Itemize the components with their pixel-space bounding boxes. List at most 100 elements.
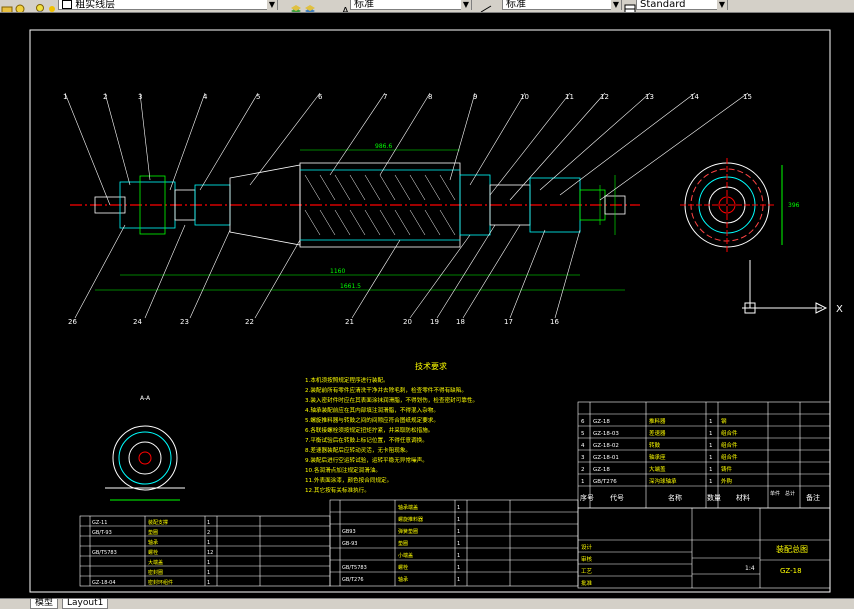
section-label: A-A: [140, 395, 151, 402]
bom-cell: GZ-18: [593, 467, 610, 473]
dim-style-select[interactable]: 标准 ▼: [502, 0, 622, 10]
bom-cell: 密封圈: [148, 569, 163, 576]
callout-label: 3: [138, 93, 142, 101]
sun-icon[interactable]: [46, 0, 58, 12]
callout-label: 15: [743, 93, 752, 101]
layer-name: 粗实线层: [75, 0, 116, 11]
text-style-select[interactable]: 标准 ▼: [350, 0, 472, 10]
callout-label: 17: [504, 318, 513, 326]
callout-label: 22: [245, 318, 254, 326]
bom-cell: 1: [457, 517, 460, 523]
chevron-down-icon[interactable]: ▼: [611, 0, 621, 10]
tech-title: 技术要求: [415, 361, 447, 371]
layer-select[interactable]: 粗实线层 ▼: [58, 0, 278, 10]
chevron-down-icon[interactable]: ▼: [267, 0, 277, 10]
bom-cell: 垫圈: [398, 540, 408, 547]
bom-cell: 1: [207, 540, 210, 546]
bom-cell: GZ-18-01: [593, 455, 619, 461]
bom-cell: 轴承端盖: [398, 504, 418, 511]
bom-cell: 12: [207, 550, 213, 556]
bom-cell: 装配支撑: [148, 519, 168, 526]
bom-header: 总计: [785, 490, 795, 497]
layer-previous-icon[interactable]: [304, 0, 316, 12]
chevron-down-icon[interactable]: ▼: [461, 0, 471, 10]
callout-label: 19: [430, 318, 439, 326]
bom-cell: 钢: [721, 417, 727, 425]
drawing-number: GZ-18: [780, 567, 802, 575]
bom-cell: 1: [709, 419, 713, 425]
callout-label: 6: [318, 93, 323, 101]
bom-cell: 外购: [721, 477, 733, 485]
sign-label: 批准: [581, 579, 593, 587]
layer-color-swatch: [62, 0, 72, 9]
callout-label: 26: [68, 318, 77, 326]
bom-header: 数量: [707, 493, 721, 502]
tech-line: 5.螺旋推料器与转鼓之间的间隙应符合图纸规定要求。: [305, 416, 439, 424]
callout-label: 12: [600, 93, 609, 101]
toolbar: 粗实线层 ▼ A 标准 ▼ 标准 ▼ Standard ▼: [0, 0, 854, 13]
bom-mid-rows: 轴承端盖 1 螺旋推料器 1 GB93 弹簧垫圈 1 GB-93 垫圈 1 小端…: [342, 504, 460, 583]
tech-line: 10.各润滑点加注规定润滑油。: [305, 466, 381, 474]
dim-bowl-length: 986.6: [375, 143, 392, 150]
bom-cell: 推料器: [649, 417, 666, 425]
bom-cell: GZ-18: [593, 419, 610, 425]
callouts-bottom: 26 24 23 22 21 20 19 18 17 16: [68, 318, 559, 326]
callout-label: 20: [403, 318, 412, 326]
dim-style-icon[interactable]: [480, 0, 492, 12]
callout-label: 23: [180, 318, 189, 326]
table-style-icon[interactable]: [624, 0, 636, 12]
callout-label: 10: [520, 93, 529, 101]
layer-stack-icon[interactable]: [290, 0, 302, 12]
sign-label: 工艺: [581, 568, 593, 575]
bom-cell: 大端盖: [148, 559, 163, 566]
bom-headers: 序号 代号 名称 数量 材料 单件 总计 备注: [580, 490, 820, 502]
bom-header: 备注: [806, 493, 820, 502]
bom-header: 名称: [668, 493, 682, 502]
bom-cell: GB93: [342, 529, 356, 535]
bom-table-left: [79, 515, 331, 587]
callout-label: 4: [203, 93, 208, 101]
bom-cell: 大端盖: [649, 465, 666, 473]
bom-cell: 2: [581, 467, 585, 473]
table-style-select[interactable]: Standard ▼: [636, 0, 728, 10]
lightbulb-icon[interactable]: [34, 0, 46, 12]
chevron-down-icon[interactable]: ▼: [717, 0, 727, 10]
callout-label: 7: [383, 93, 387, 101]
bom-cell: GB/T5783: [92, 550, 117, 556]
svg-text:X: X: [836, 304, 843, 315]
bom-cell: 轴承: [398, 576, 408, 583]
dim-overall-inner: 1160: [330, 268, 345, 275]
callout-label: 21: [345, 318, 354, 326]
bom-cell: 螺栓: [398, 564, 408, 571]
bom-cell: 6: [581, 419, 585, 425]
bom-cell: 1: [457, 565, 460, 571]
bom-cell: 1: [457, 505, 460, 511]
bom-cell: 4: [581, 443, 585, 449]
layout-tabs: 模型 Layout1: [0, 598, 854, 609]
bom-cell: GZ-18-03: [593, 431, 619, 437]
bom-header: 材料: [736, 493, 750, 502]
drawing-canvas[interactable]: 986.6 1160 1661.5 1 2 3 4 5 6 7 8 9 10 1…: [0, 13, 854, 600]
table-style-value: Standard: [640, 0, 686, 10]
callout-label: 13: [645, 93, 654, 101]
callout-label: 2: [103, 93, 107, 101]
svg-text:A: A: [342, 6, 349, 13]
text-style-value: 标准: [354, 0, 374, 10]
callout-label: 8: [428, 93, 432, 101]
lock-icon[interactable]: [14, 0, 26, 12]
bom-cell: GB-93: [342, 541, 357, 547]
bom-cell: 1: [581, 479, 585, 485]
folder-icon[interactable]: [1, 0, 13, 12]
bom-cell: 组合件: [721, 441, 738, 449]
tech-line: 7.平衡试验后在转鼓上标记位置，不得任意调换。: [305, 436, 428, 444]
scale-value: 1:4: [745, 565, 755, 572]
bom-cell: GB/T5783: [342, 565, 367, 571]
callout-leaders-top: [64, 92, 749, 206]
bom-cell: 密封环组件: [148, 579, 173, 586]
callout-label: 16: [550, 318, 559, 326]
bom-cell: 弹簧垫圈: [398, 528, 418, 535]
bom-cell: 2: [207, 530, 210, 536]
end-view-right: 396: [680, 158, 800, 252]
tech-requirements: 1.本机须按照规定程序进行装配。 2.装配前所有零件应清洗干净并去除毛刺，检查零…: [305, 376, 478, 494]
bom-cell: GZ-11: [92, 520, 107, 526]
